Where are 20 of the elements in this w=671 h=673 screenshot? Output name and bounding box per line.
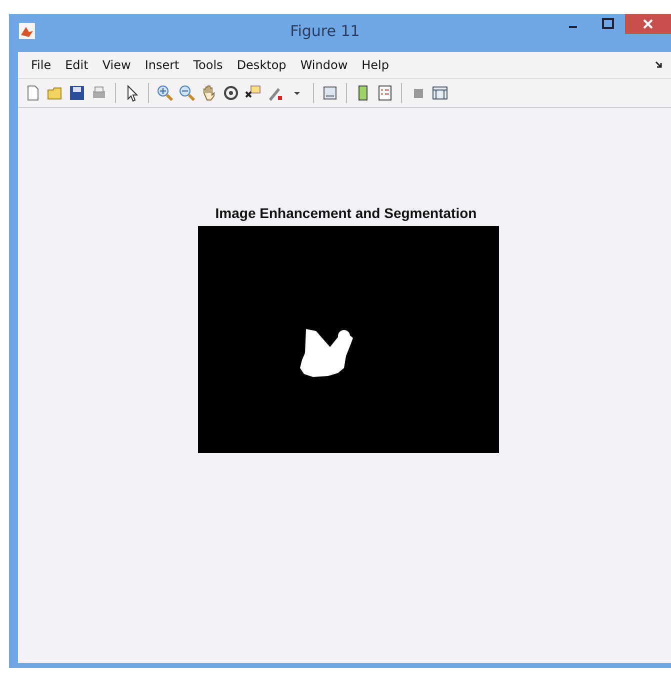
close-icon <box>643 19 653 29</box>
dock-arrow-icon[interactable] <box>655 61 663 69</box>
menu-item[interactable]: Insert <box>138 58 186 72</box>
window-title: Figure 11 <box>289 22 361 40</box>
app-icon <box>19 23 35 39</box>
zoom-in-icon[interactable] <box>156 84 174 102</box>
menu-item[interactable]: Help <box>354 58 396 72</box>
axes-title: Image Enhancement and Segmentation <box>215 205 477 221</box>
menu-item[interactable]: Window <box>293 58 355 72</box>
menu-item[interactable]: View <box>95 58 138 72</box>
menu-item[interactable]: Desktop <box>230 58 294 72</box>
menu-item[interactable]: Edit <box>58 58 96 72</box>
zoom-out-icon[interactable] <box>178 84 196 102</box>
maximize-icon <box>602 18 614 28</box>
menu-item[interactable]: File <box>24 58 58 72</box>
close-button[interactable] <box>625 14 671 34</box>
menu-item[interactable]: Tools <box>186 58 230 72</box>
save-icon[interactable] <box>68 84 86 102</box>
minimize-icon <box>568 26 576 28</box>
legend-icon[interactable] <box>376 84 394 102</box>
